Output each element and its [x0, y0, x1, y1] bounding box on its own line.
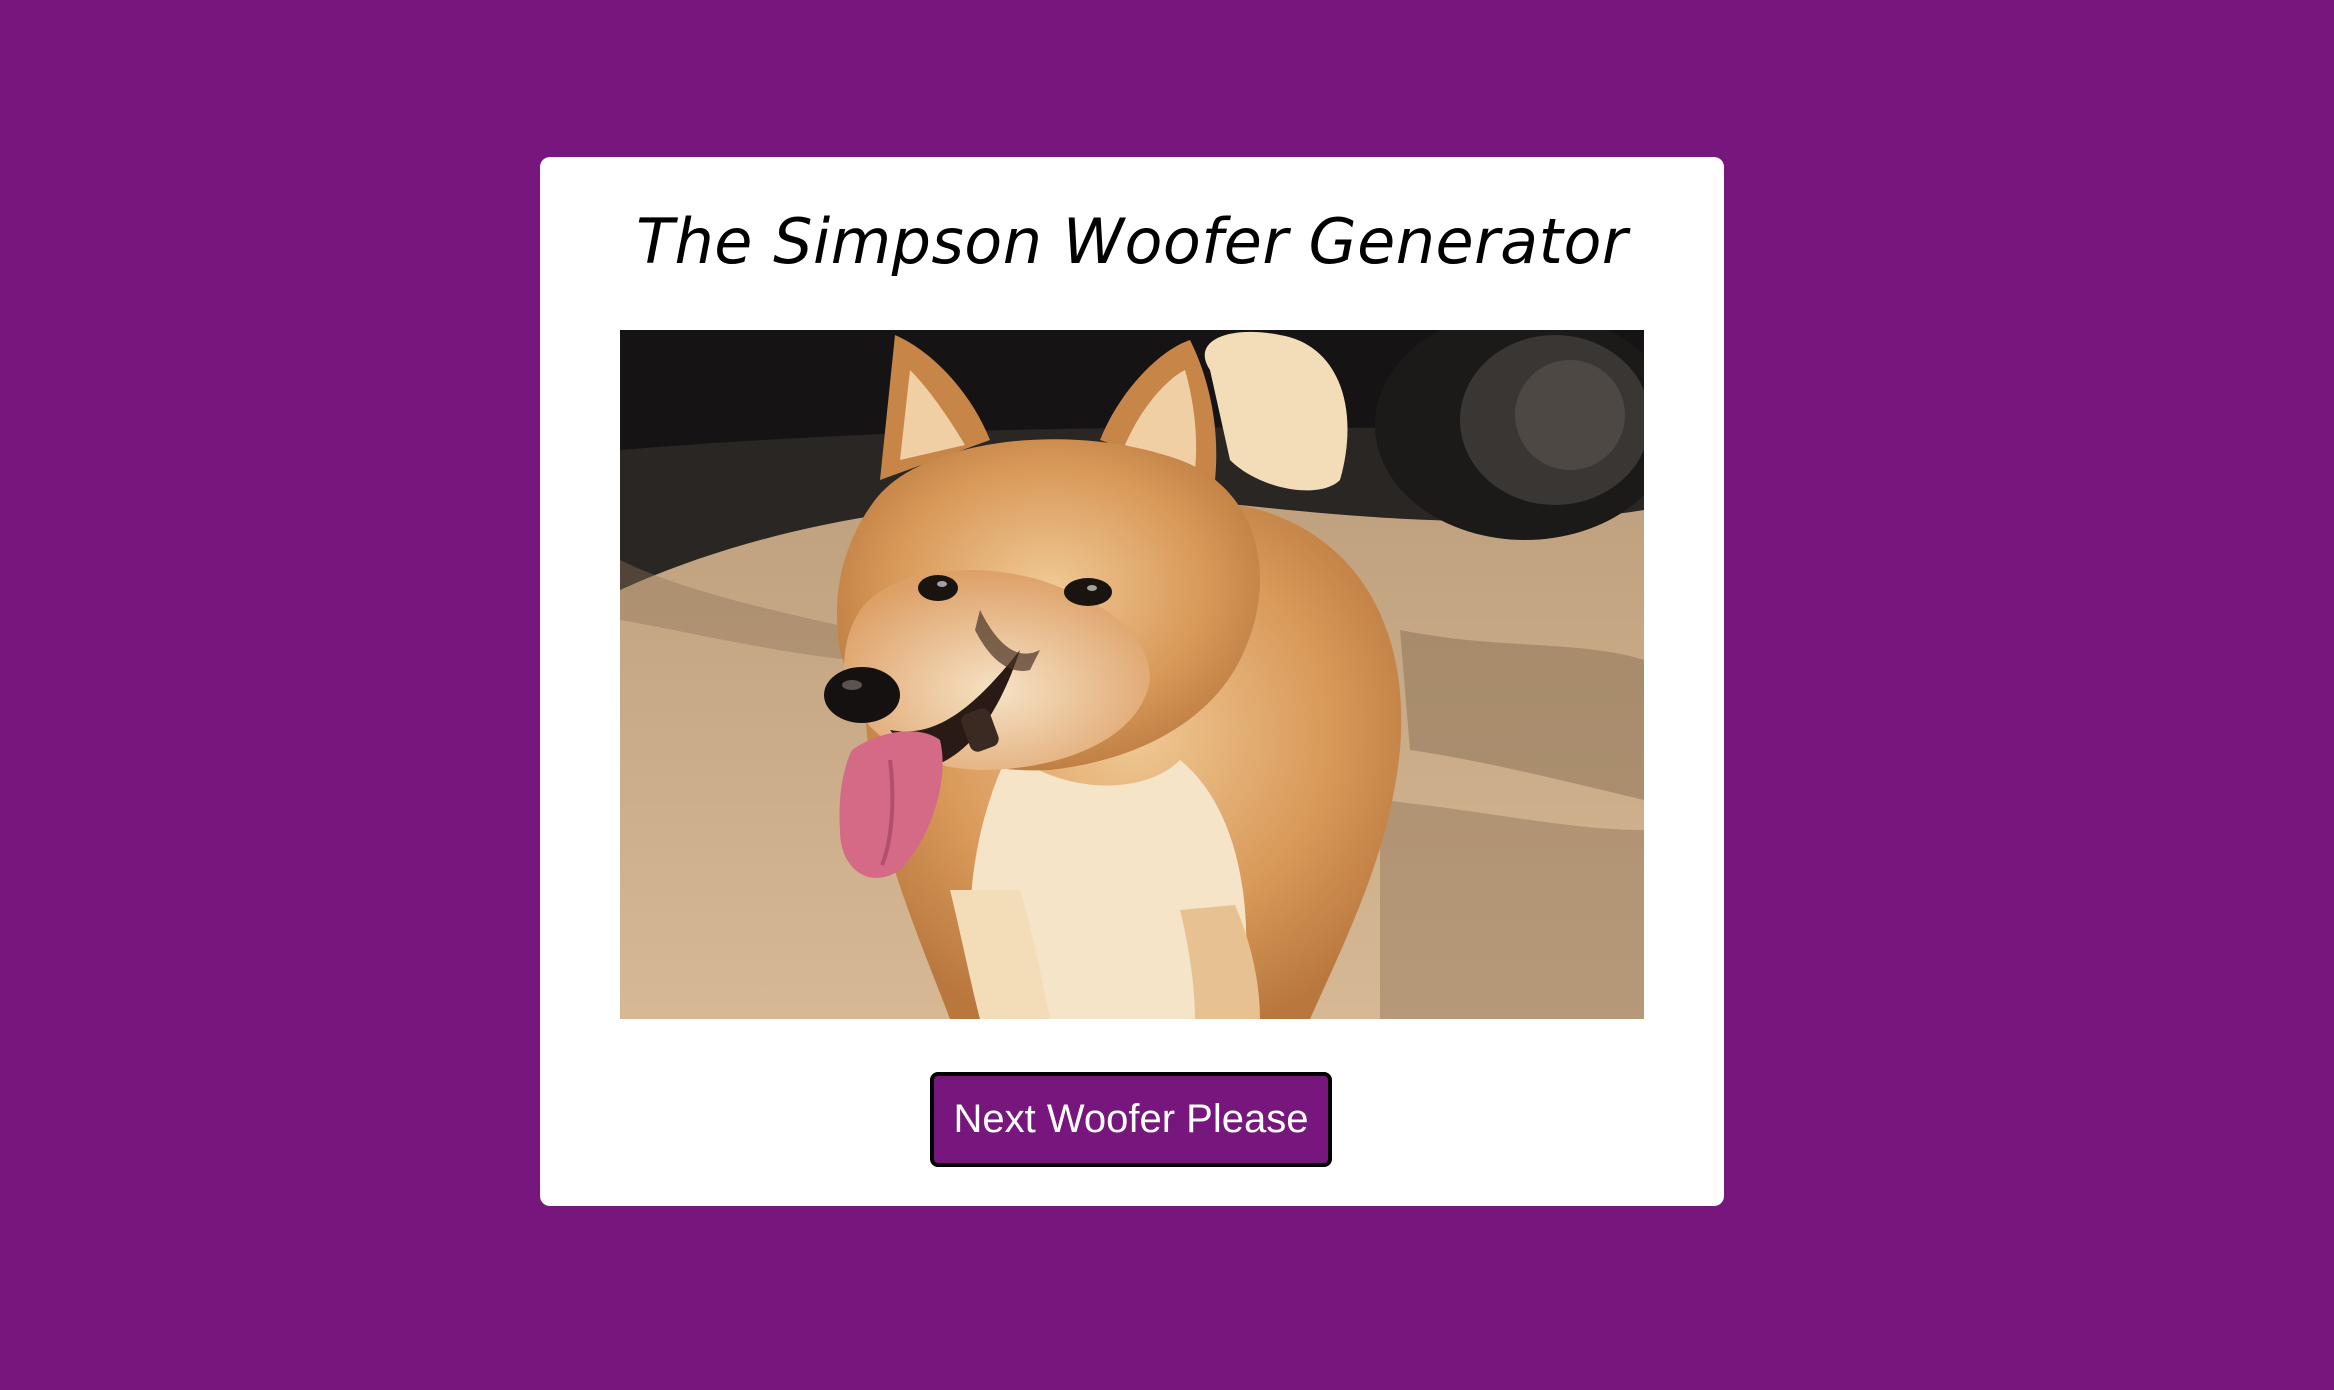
woofer-card: The Simpson Woofer Generator Next Woofer… — [540, 157, 1724, 1206]
next-woofer-button[interactable]: Next Woofer Please — [930, 1072, 1332, 1167]
shiba-inu-dog-photo-icon — [620, 330, 1644, 1019]
page-title: The Simpson Woofer Generator — [636, 205, 1628, 278]
dog-photo — [620, 330, 1644, 1019]
